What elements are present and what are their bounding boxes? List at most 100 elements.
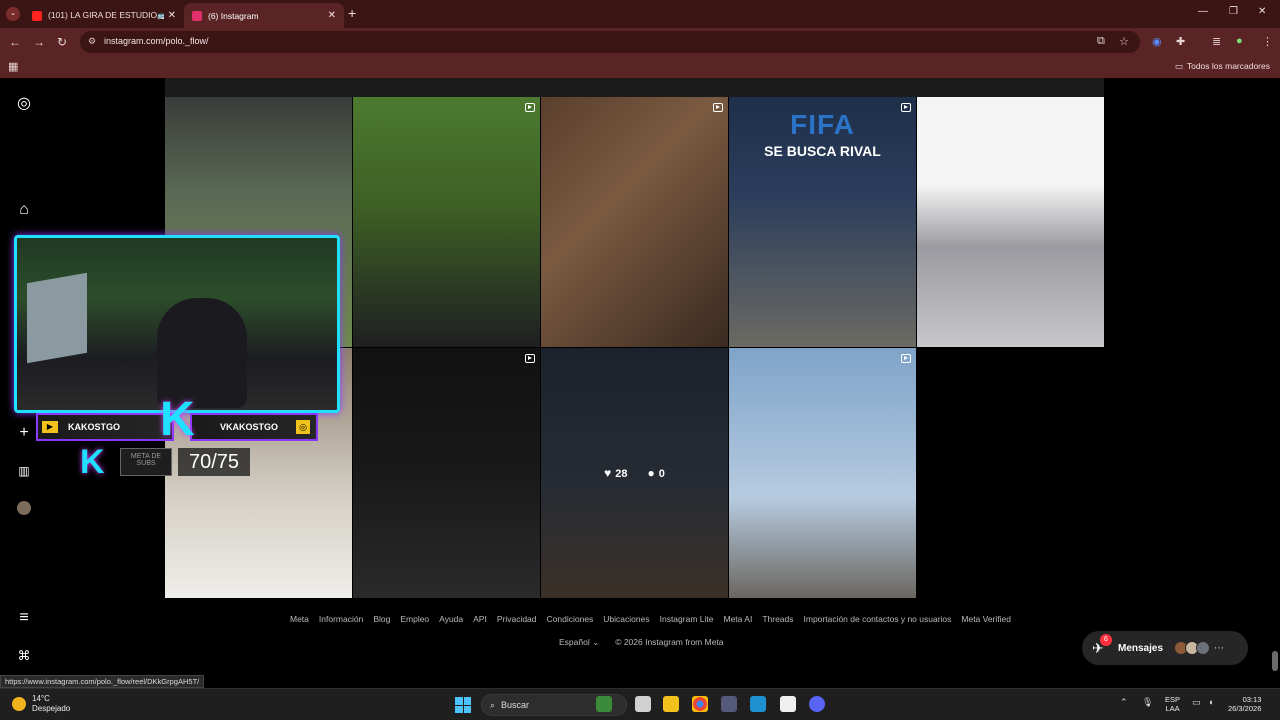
subs-k-logo-icon: K (80, 442, 105, 481)
language-select[interactable]: Español ⌄ (559, 637, 599, 648)
all-bookmarks-button[interactable]: ▭ Todos los marcadores (1175, 61, 1270, 72)
reload-icon[interactable]: ↻ (57, 35, 67, 49)
discord-icon[interactable] (809, 696, 825, 712)
home-icon[interactable]: ⌂ (14, 200, 34, 220)
streamer-name-left-label: KAKOSTGO (68, 422, 121, 432)
extension-icon[interactable]: ◉ (1152, 35, 1162, 48)
footer-link[interactable]: API (473, 614, 487, 624)
close-tab-icon[interactable]: ✕ (168, 10, 176, 21)
dashboard-icon[interactable]: ▥ (14, 461, 34, 481)
task-view-icon[interactable] (635, 696, 651, 712)
new-tab-button[interactable]: + (348, 5, 356, 21)
speech-bubble-icon: ● (647, 466, 655, 480)
address-url[interactable]: instagram.com/polo._flow/ (104, 36, 209, 46)
post-thumbnail[interactable]: FIFA SE BUSCA RIVAL (729, 97, 916, 347)
taskbar-clock[interactable]: 03:13 26/3/2026 (1228, 695, 1261, 713)
post-thumbnail[interactable] (917, 97, 1104, 347)
copyright: © 2026 Instagram from Meta (615, 637, 724, 647)
comments-count: ● 0 (648, 466, 665, 480)
comments-value: 0 (658, 468, 665, 480)
footer-link[interactable]: Información (319, 614, 363, 624)
tray-chevron-icon[interactable]: ⌃ (1120, 697, 1128, 708)
webcam-overlay (14, 235, 340, 413)
reel-icon (901, 354, 911, 363)
footer-link[interactable]: Ayuda (439, 614, 463, 624)
minimize-button[interactable]: — (1198, 6, 1208, 17)
browser-menu-icon[interactable]: ⋮ (1262, 35, 1273, 48)
link-status-bar: https://www.instagram.com/polo._flow/ree… (0, 675, 205, 688)
footer-link[interactable]: Ubicaciones (603, 614, 649, 624)
extensions-puzzle-icon[interactable]: ✚ (1176, 35, 1185, 48)
profile-avatar[interactable] (17, 501, 31, 515)
footer-link[interactable]: Meta (290, 614, 309, 624)
previous-row-edge (165, 78, 1104, 97)
chrome-icon[interactable] (692, 696, 708, 712)
close-window-button[interactable]: ✕ (1258, 6, 1266, 17)
close-tab-icon[interactable]: ✕ (328, 10, 336, 21)
instagram-icon: ◎ (296, 420, 310, 434)
messages-button[interactable]: ✈ 6 Mensajes ⋯ (1082, 631, 1248, 665)
network-icon[interactable]: ▭ (1192, 697, 1201, 708)
volume-icon[interactable]: ◖ (1208, 697, 1213, 707)
file-explorer-icon[interactable] (663, 696, 679, 712)
post-thumbnail-hovered[interactable]: ♥ 28 ● 0 (541, 348, 728, 598)
footer-link[interactable]: Privacidad (497, 614, 537, 624)
unread-badge: 6 (1100, 633, 1112, 646)
footer-link[interactable]: Meta AI (723, 614, 752, 624)
more-menu-icon[interactable]: ≡ (14, 608, 34, 628)
post-thumbnail[interactable] (729, 348, 916, 598)
media-controls-icon[interactable]: ≣ (1212, 35, 1221, 48)
footer-link[interactable]: Meta Verified (961, 614, 1011, 624)
footer-link[interactable]: Empleo (400, 614, 429, 624)
heart-icon: ♥ (604, 466, 612, 480)
apps-grid-icon[interactable]: ▦ (8, 60, 18, 73)
tab-title: (101) LA GIRA DE ESTUDIO🚌🎒 (48, 10, 164, 20)
site-info-icon[interactable]: ⚙ (88, 36, 96, 47)
footer-link[interactable]: Condiciones (547, 614, 594, 624)
streamer-name-right-label: VKAKOSTGO (219, 422, 278, 432)
clock-date: 26/3/2026 (1228, 704, 1262, 713)
app-icon[interactable] (750, 696, 766, 712)
footer-link[interactable]: Blog (373, 614, 390, 624)
document-icon[interactable] (780, 696, 796, 712)
tab-search-button[interactable]: ⌄ (6, 7, 20, 21)
weather-widget[interactable]: 14°C Despejado (12, 694, 70, 714)
messages-label: Mensajes (1118, 642, 1164, 654)
tab-youtube[interactable]: (101) LA GIRA DE ESTUDIO🚌🎒 ✕ (24, 3, 184, 28)
browser-toolbar: ← → ↻ ⚙ instagram.com/polo._flow/ ⧉ ☆ ◉ … (0, 28, 1280, 56)
bookmarks-bar: ▦ ▭ Todos los marcadores (0, 56, 1280, 78)
meta-apps-icon[interactable]: ⌘ (14, 646, 34, 666)
instagram-logo-icon[interactable]: ◎ (14, 94, 34, 114)
page-scrollbar[interactable] (1272, 651, 1278, 671)
restore-button[interactable]: ❐ (1229, 6, 1238, 17)
reel-icon (901, 103, 911, 112)
post-thumbnail[interactable] (353, 348, 540, 598)
back-arrow-icon[interactable]: ← (9, 35, 21, 49)
install-app-icon[interactable]: ⧉ (1097, 35, 1105, 48)
footer-link[interactable]: Instagram Lite (660, 614, 714, 624)
weather-condition: Despejado (32, 704, 71, 713)
all-bookmarks-label: Todos los marcadores (1186, 61, 1270, 71)
address-bar[interactable]: ⚙ instagram.com/polo._flow/ (80, 31, 1140, 53)
profile-icon[interactable]: ● (1236, 35, 1243, 47)
bookmark-star-icon[interactable]: ☆ (1119, 35, 1129, 48)
footer-link[interactable]: Threads (762, 614, 793, 624)
microphone-icon[interactable]: 🎙 (1142, 697, 1153, 708)
forward-arrow-icon[interactable]: → (33, 35, 45, 49)
post-thumbnail[interactable] (541, 97, 728, 347)
lang-2: LAA (1165, 704, 1180, 713)
windows-taskbar: 14°C Despejado ⌕ Buscar ⌃ 🎙 ESP LAA ▭ ◖ … (0, 688, 1280, 720)
lang-1: ESP (1165, 695, 1181, 704)
instagram-favicon-icon (192, 10, 202, 21)
post-headline-fifa: FIFA (790, 109, 855, 140)
app-icon[interactable] (721, 696, 737, 712)
tab-instagram[interactable]: (6) Instagram ✕ (184, 3, 344, 28)
input-language[interactable]: ESP LAA (1165, 695, 1180, 713)
folder-icon: ▭ (1174, 61, 1183, 71)
create-plus-icon[interactable]: + (14, 423, 34, 443)
temperature: 14°C (32, 694, 50, 703)
post-thumbnail[interactable] (353, 97, 540, 347)
search-icon: ⌕ (490, 699, 496, 710)
windows-start-icon[interactable] (455, 697, 471, 713)
footer-link[interactable]: Importación de contactos y no usuarios (804, 614, 952, 624)
